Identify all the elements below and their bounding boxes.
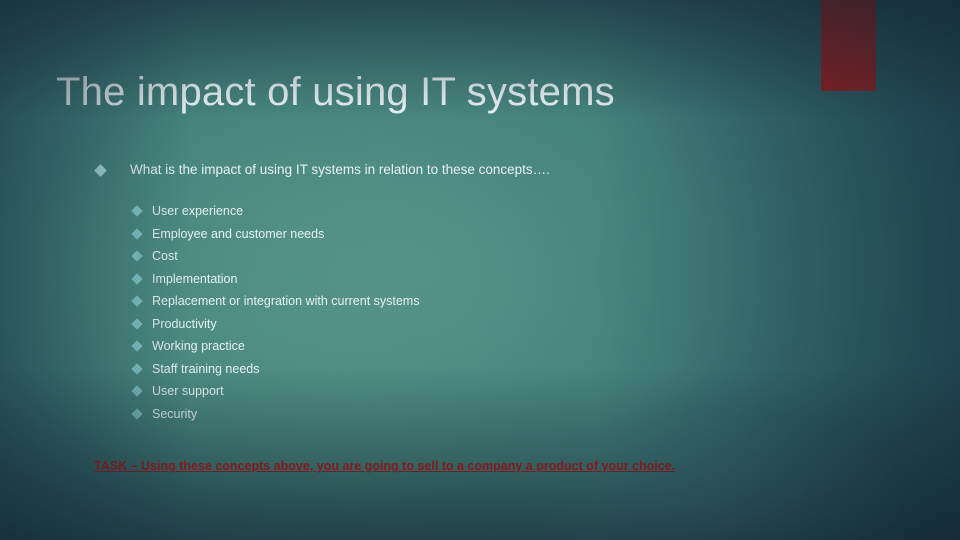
list-item-label: Cost xyxy=(152,249,178,263)
diamond-bullet-icon xyxy=(131,295,143,307)
lead-bullet-text: What is the impact of using IT systems i… xyxy=(130,162,550,177)
diamond-bullet-icon xyxy=(131,272,143,285)
list-item: Implementation xyxy=(131,270,876,293)
list-item: Productivity xyxy=(131,315,876,338)
diamond-bullet-icon xyxy=(131,227,143,240)
list-item-label: Productivity xyxy=(152,316,217,331)
list-item-label: Implementation xyxy=(152,271,238,286)
slide-title: The impact of using IT systems xyxy=(56,69,615,114)
diamond-bullet-icon xyxy=(131,205,143,217)
accent-bar-decoration xyxy=(821,0,876,91)
concepts-list: User experience Employee and customer ne… xyxy=(131,202,876,428)
list-item: Replacement or integration with current … xyxy=(131,292,876,315)
diamond-bullet-icon xyxy=(131,340,143,352)
list-item-label: Replacement or integration with current … xyxy=(152,294,420,308)
list-item: Security xyxy=(131,405,876,428)
list-item: User support xyxy=(131,382,876,405)
list-item-label: Employee and customer needs xyxy=(152,226,325,241)
list-item: Employee and customer needs xyxy=(131,225,876,248)
list-item-label: Working practice xyxy=(152,339,245,353)
list-item: Cost xyxy=(131,247,876,270)
slide-canvas: The impact of using IT systems What is t… xyxy=(0,0,960,540)
list-item-label: User experience xyxy=(152,204,244,218)
diamond-bullet-icon xyxy=(131,385,143,397)
diamond-bullet-icon xyxy=(131,362,143,375)
list-item: User experience xyxy=(131,202,876,225)
diamond-bullet-icon xyxy=(131,250,143,262)
list-item-label: Staff training needs xyxy=(152,361,260,376)
list-item: Staff training needs xyxy=(131,360,876,383)
diamond-bullet-icon xyxy=(131,317,143,330)
lead-bullet-row: What is the impact of using IT systems i… xyxy=(94,160,876,179)
diamond-bullet-icon xyxy=(131,407,143,420)
list-item-label: User support xyxy=(152,384,224,398)
list-item: Working practice xyxy=(131,337,876,360)
task-note: TASK – Using these concepts above, you a… xyxy=(94,459,676,473)
list-item-label: Security xyxy=(152,406,198,421)
slide-body: What is the impact of using IT systems i… xyxy=(94,160,876,428)
diamond-bullet-icon xyxy=(94,164,107,177)
